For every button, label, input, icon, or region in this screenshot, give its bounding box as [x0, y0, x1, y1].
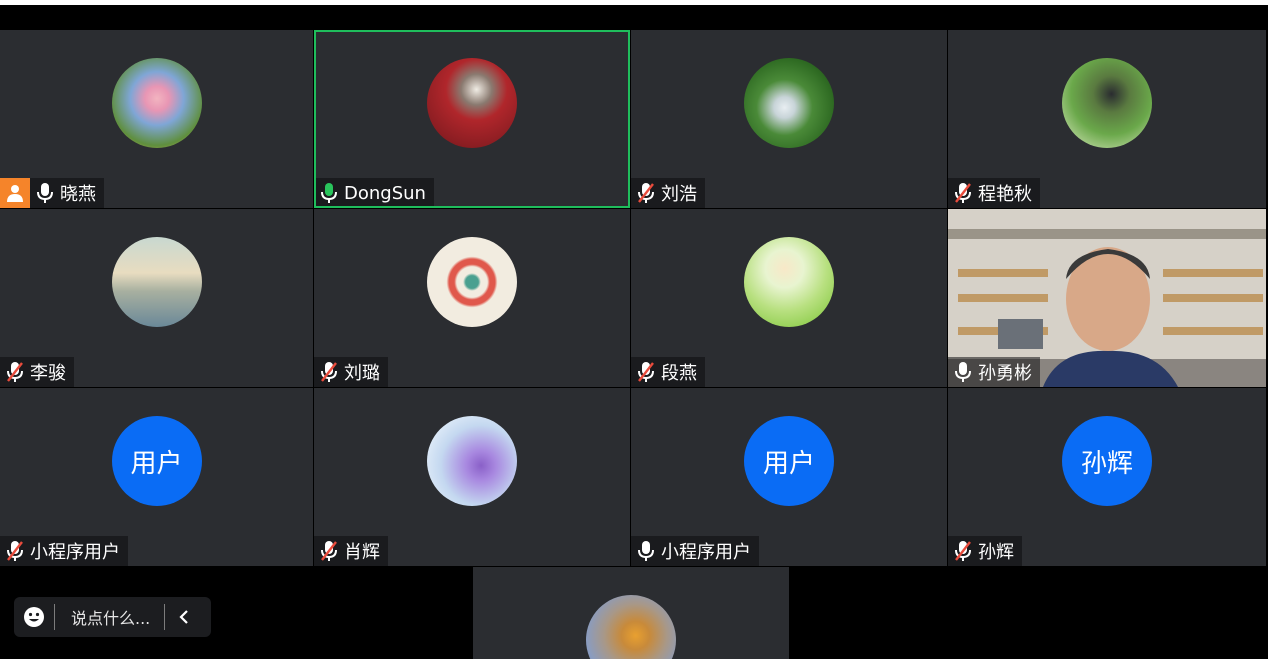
avatar	[744, 58, 834, 148]
microphone-muted-icon[interactable]	[6, 361, 24, 383]
avatar	[1062, 58, 1152, 148]
microphone-icon[interactable]	[637, 540, 655, 562]
microphone-muted-icon[interactable]	[6, 540, 24, 562]
participant-tile[interactable]: 肖辉	[314, 388, 630, 566]
participant-tile[interactable]: 用户 小程序用户	[631, 388, 947, 566]
participant-name: 李骏	[30, 363, 66, 384]
participant-name: 程艳秋	[978, 184, 1032, 205]
name-label: 小程序用户	[631, 536, 759, 566]
microphone-muted-icon[interactable]	[320, 540, 338, 562]
name-label: 孙辉	[948, 536, 1022, 566]
participant-tile[interactable]: 刘璐	[314, 209, 630, 387]
avatar	[427, 416, 517, 506]
host-icon	[0, 178, 30, 208]
microphone-muted-icon[interactable]	[637, 182, 655, 204]
chat-input-bar[interactable]: 说点什么...	[14, 597, 211, 637]
participant-name: 肖辉	[344, 542, 380, 563]
microphone-muted-icon[interactable]	[954, 182, 972, 204]
participant-name: 段燕	[661, 363, 697, 384]
avatar	[111, 237, 202, 327]
participant-tile[interactable]: 孙辉 孙辉	[948, 388, 1266, 566]
participant-name: 小程序用户	[30, 542, 120, 563]
name-label: 小程序用户	[0, 536, 128, 566]
name-label: 李骏	[0, 357, 74, 387]
chat-input-placeholder[interactable]: 说点什么...	[55, 605, 164, 629]
participant-tile[interactable]: 用户 小程序用户	[0, 388, 313, 566]
name-label: 段燕	[631, 357, 705, 387]
text-avatar: 孙辉	[1062, 416, 1152, 506]
name-label: 刘璐	[314, 357, 388, 387]
microphone-icon[interactable]	[36, 182, 54, 204]
microphone-muted-icon[interactable]	[954, 540, 972, 562]
participant-name: 刘浩	[661, 184, 697, 205]
participant-video-tile[interactable]: 孙勇彬	[948, 209, 1266, 387]
name-label: 孙勇彬	[948, 357, 1040, 387]
text-avatar: 用户	[111, 416, 202, 506]
participant-name: DongSun	[344, 182, 426, 204]
avatar	[586, 595, 676, 659]
avatar	[111, 58, 202, 148]
microphone-icon[interactable]	[954, 361, 972, 383]
emoji-icon[interactable]	[14, 606, 54, 628]
participant-tile-active-speaker[interactable]: DongSun	[314, 30, 630, 208]
microphone-muted-icon[interactable]	[320, 361, 338, 383]
participant-name: 孙辉	[978, 542, 1014, 563]
name-label: DongSun	[316, 178, 434, 206]
name-label: 晓燕	[30, 178, 104, 208]
participant-name: 小程序用户	[661, 542, 751, 563]
participant-tile[interactable]: 李骏	[0, 209, 313, 387]
name-label: 程艳秋	[948, 178, 1040, 208]
participant-tile[interactable]: 晓燕	[0, 30, 313, 208]
window-top-edge	[0, 0, 1268, 5]
microphone-muted-icon[interactable]	[637, 361, 655, 383]
avatar	[744, 237, 834, 327]
chevron-left-icon[interactable]	[165, 609, 203, 625]
microphone-speaking-icon[interactable]	[320, 182, 338, 204]
participant-name: 刘璐	[344, 363, 380, 384]
avatar	[427, 58, 517, 148]
name-label: 刘浩	[631, 178, 705, 208]
text-avatar: 用户	[744, 416, 834, 506]
avatar	[427, 237, 517, 327]
name-label: 肖辉	[314, 536, 388, 566]
participant-tile[interactable]: 程艳秋	[948, 30, 1266, 208]
participant-name: 孙勇彬	[978, 363, 1032, 384]
participant-tile[interactable]: 刘浩	[631, 30, 947, 208]
participant-tile[interactable]: 段燕	[631, 209, 947, 387]
participant-name: 晓燕	[60, 184, 96, 205]
participant-tile[interactable]	[473, 567, 789, 659]
